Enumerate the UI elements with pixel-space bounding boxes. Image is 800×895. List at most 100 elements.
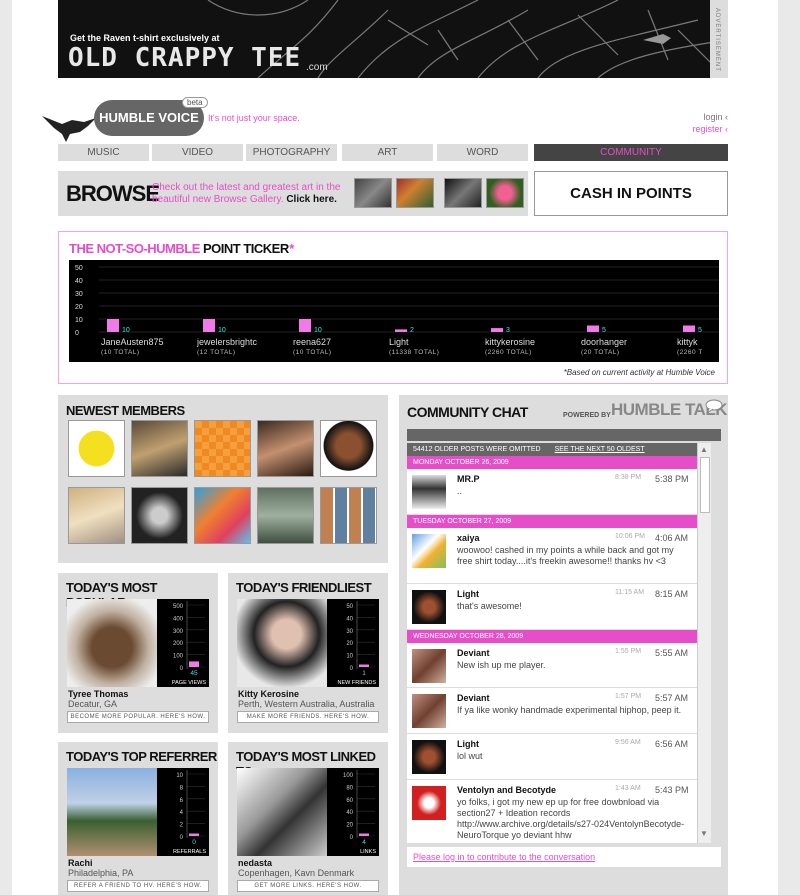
mini-tick-label: 10 bbox=[346, 654, 353, 660]
linked-mini-chart: 100 80 60 40 20 0 4 LINKS bbox=[327, 768, 379, 856]
browse-cta[interactable]: Click here. bbox=[286, 194, 337, 205]
referrer-photo[interactable] bbox=[67, 768, 157, 856]
popular-howto-button[interactable]: BECOME MORE POPULAR. HERE'S HOW. bbox=[67, 711, 209, 723]
scroll-up-icon[interactable]: ▲ bbox=[700, 445, 708, 454]
post-avatar[interactable] bbox=[412, 740, 446, 774]
total-label: (10 TOTAL) bbox=[293, 349, 332, 356]
x-tick-label: JaneAusten875 bbox=[101, 337, 164, 347]
linked-howto-button[interactable]: GET MORE LINKS. HERE'S HOW. bbox=[237, 880, 379, 892]
chat-post: Deviant 1:57 PM 5:57 AM If ya like wonky… bbox=[407, 688, 697, 734]
post-message: woowoo! cashed in my points a while back… bbox=[457, 545, 674, 566]
member-avatar[interactable] bbox=[320, 487, 377, 544]
member-avatar[interactable] bbox=[131, 487, 188, 544]
post-user[interactable]: Light bbox=[457, 739, 479, 749]
friendliest-title: TODAY'S FRIENDLIEST bbox=[236, 580, 372, 595]
post-avatar[interactable] bbox=[412, 786, 446, 820]
post-avatar[interactable] bbox=[412, 534, 446, 568]
post-time: 5:38 PM bbox=[655, 474, 689, 484]
member-avatar[interactable] bbox=[131, 420, 188, 477]
member-avatar[interactable] bbox=[68, 487, 125, 544]
mini-tick-label: 100 bbox=[173, 654, 184, 660]
bird-logo-icon bbox=[42, 116, 96, 142]
register-link[interactable]: register ‹ bbox=[672, 124, 728, 134]
gallery-thumb[interactable] bbox=[444, 178, 482, 208]
day-divider: MONDAY OCTOBER 26, 2009 bbox=[407, 456, 697, 469]
linked-name[interactable]: nedasta bbox=[238, 858, 272, 868]
referrer-title: TODAY'S TOP REFERRER bbox=[66, 749, 217, 764]
gallery-thumb[interactable] bbox=[354, 178, 392, 208]
popular-photo[interactable] bbox=[67, 599, 157, 687]
scroll-thumb[interactable] bbox=[700, 457, 710, 513]
mini-tick-label: 60 bbox=[346, 798, 353, 804]
mini-tick-label: 0 bbox=[350, 666, 354, 672]
gallery-thumb[interactable] bbox=[486, 178, 524, 208]
referrer-mini-chart: 10 8 6 4 2 0 0 REFERRALS bbox=[157, 768, 209, 856]
popular-location: Decatur, GA bbox=[68, 699, 118, 709]
nav-music[interactable]: MUSIC bbox=[58, 144, 149, 161]
member-avatar[interactable] bbox=[320, 420, 377, 477]
cash-in-points-button[interactable]: CASH IN POINTS bbox=[534, 171, 728, 216]
nav-art[interactable]: ART bbox=[342, 144, 433, 161]
browse-promo[interactable]: BROWSE Check out the latest and greatest… bbox=[58, 171, 528, 216]
ticker-bar bbox=[107, 319, 119, 332]
friendliest-name[interactable]: Kitty Kerosine bbox=[238, 689, 299, 699]
linked-location: Copenhagen, Kavn Denmark bbox=[238, 868, 355, 878]
post-avatar[interactable] bbox=[412, 590, 446, 624]
chat-login-link[interactable]: Please log in to contribute to the conve… bbox=[413, 852, 595, 862]
ticker-bar bbox=[587, 325, 599, 332]
post-user[interactable]: Ventolyn and Becotyde bbox=[457, 785, 556, 795]
member-avatar[interactable] bbox=[194, 420, 251, 477]
referrer-howto-button[interactable]: REFER A FRIEND TO HV. HERE'S HOW. bbox=[67, 880, 209, 892]
referrer-name[interactable]: Rachi bbox=[68, 858, 93, 868]
bar-value-label: 10 bbox=[218, 327, 226, 334]
nav-photography[interactable]: PHOTOGRAPHY bbox=[246, 144, 337, 161]
post-time: 8:15 AM bbox=[655, 589, 689, 599]
friendliest-photo[interactable] bbox=[237, 599, 327, 687]
x-tick-label: jewelersbrightc bbox=[196, 337, 258, 347]
nav-word[interactable]: WORD bbox=[437, 144, 528, 161]
post-avatar[interactable] bbox=[412, 475, 446, 509]
post-time-local: 1:43 AM bbox=[615, 785, 641, 792]
post-time: 6:56 AM bbox=[655, 739, 689, 749]
post-message: lol wut bbox=[457, 751, 483, 761]
mini-tick-label: 50 bbox=[346, 604, 353, 610]
day-divider: WEDNESDAY OCTOBER 28, 2009 bbox=[407, 630, 697, 643]
mini-tick-label: 4 bbox=[180, 810, 184, 816]
ad-banner[interactable]: Get the Raven t-shirt exclusively at OLD… bbox=[58, 0, 728, 78]
mini-bar bbox=[359, 833, 369, 836]
banner-brand: OLD CRAPPY TEE bbox=[68, 43, 302, 73]
post-message: .. bbox=[457, 486, 463, 496]
chat-post: MR.P 8:38 PM 5:38 PM .. bbox=[407, 469, 697, 515]
post-user[interactable]: MR.P bbox=[457, 474, 480, 484]
x-tick-label: Light bbox=[389, 337, 409, 347]
post-user[interactable]: Deviant bbox=[457, 693, 490, 703]
friendliest-card: TODAY'S FRIENDLIEST 50 40 30 20 10 0 1 NEW FRIE… bbox=[228, 573, 388, 733]
member-avatar[interactable] bbox=[257, 420, 314, 477]
nav-community[interactable]: COMMUNITY bbox=[534, 144, 728, 161]
y-tick-label: 50 bbox=[75, 265, 83, 272]
see-older-link[interactable]: SEE THE NEXT 50 OLDEST bbox=[555, 446, 645, 453]
post-user[interactable]: xaiya bbox=[457, 533, 480, 543]
popular-mini-chart: 500 400 300 200 100 0 45 PAGE VIEWS bbox=[157, 599, 209, 687]
linked-photo[interactable] bbox=[237, 768, 327, 856]
friendliest-howto-button[interactable]: MAKE MORE FRIENDS. HERE'S HOW. bbox=[237, 711, 379, 723]
chat-feed[interactable]: 54412 OLDER POSTS WERE OMITTED SEE THE NE… bbox=[407, 443, 697, 843]
post-avatar[interactable] bbox=[412, 694, 446, 728]
post-user[interactable]: Light bbox=[457, 589, 479, 599]
y-tick-label: 10 bbox=[75, 317, 83, 324]
ticker-bar bbox=[491, 328, 503, 332]
chat-scrollbar[interactable]: ▲ ▼ bbox=[697, 443, 711, 843]
login-link[interactable]: login ‹ bbox=[672, 112, 728, 122]
nav-video[interactable]: VIDEO bbox=[152, 144, 243, 161]
mini-tick-label: 2 bbox=[180, 823, 184, 829]
member-avatar[interactable] bbox=[194, 487, 251, 544]
y-tick-label: 0 bbox=[75, 330, 79, 337]
popular-name[interactable]: Tyree Thomas bbox=[68, 689, 128, 699]
y-tick-label: 20 bbox=[75, 304, 83, 311]
scroll-down-icon[interactable]: ▼ bbox=[700, 829, 708, 838]
post-avatar[interactable] bbox=[412, 649, 446, 683]
member-avatar[interactable] bbox=[68, 420, 125, 477]
gallery-thumb[interactable] bbox=[396, 178, 434, 208]
member-avatar[interactable] bbox=[257, 487, 314, 544]
post-user[interactable]: Deviant bbox=[457, 648, 490, 658]
